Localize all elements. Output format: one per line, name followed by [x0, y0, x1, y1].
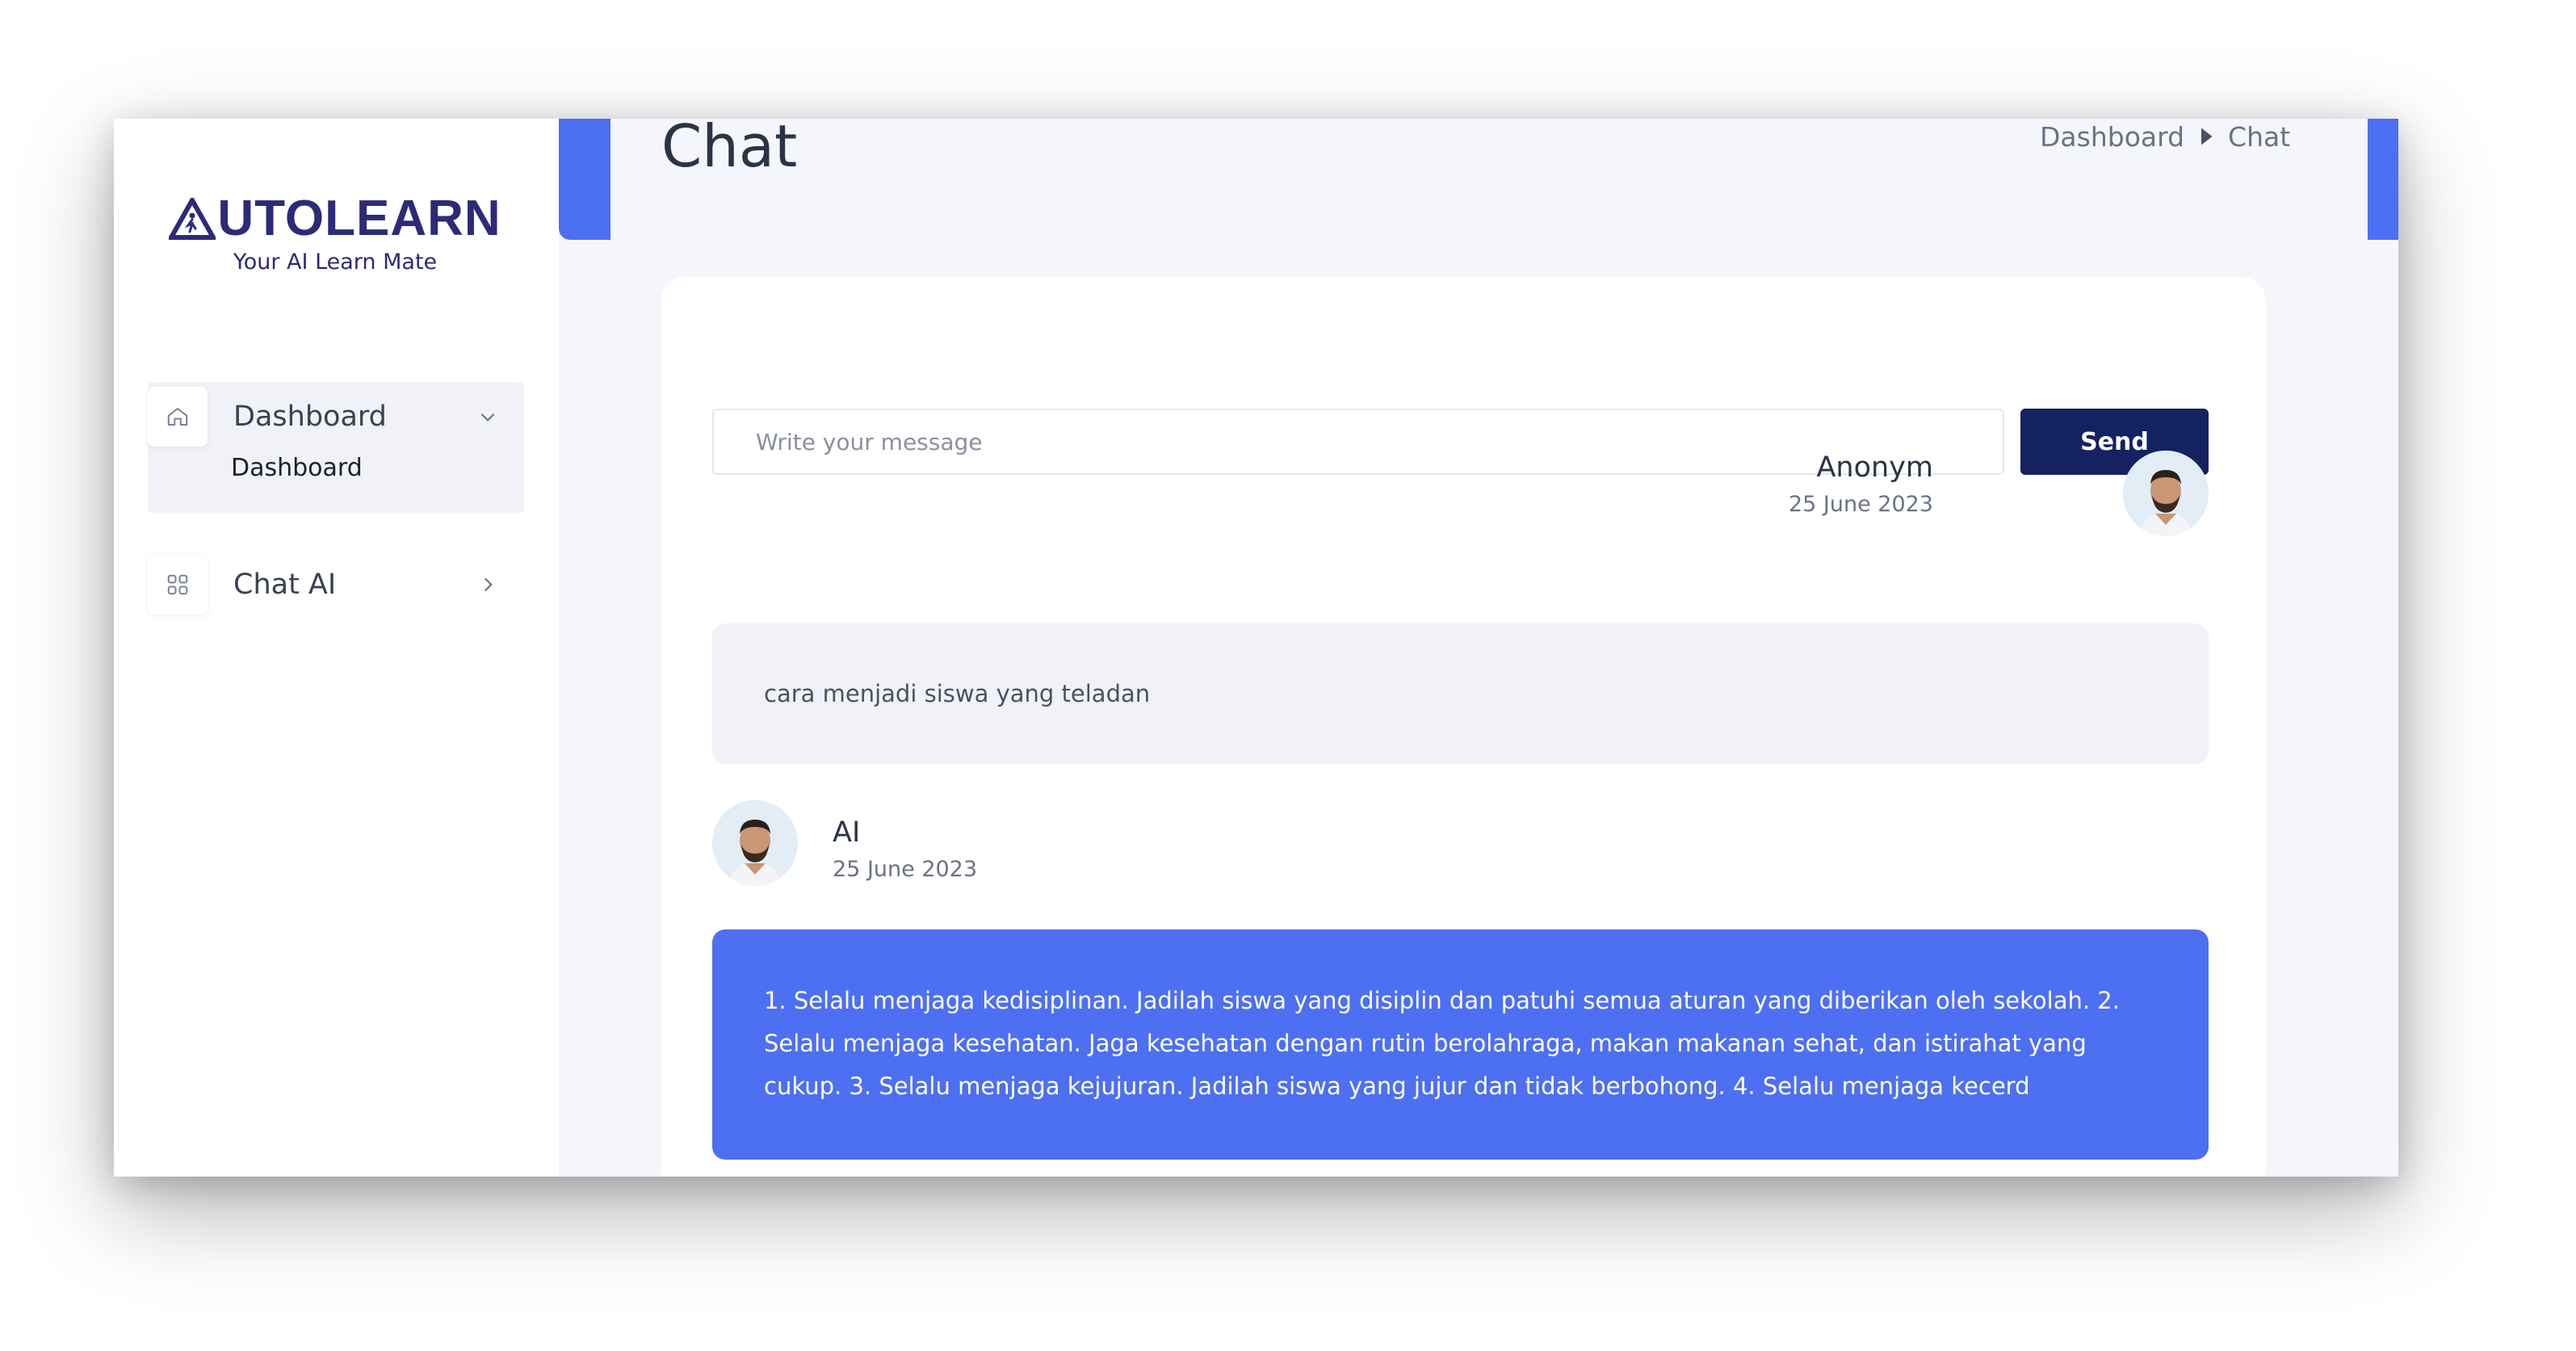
logo-triangle-icon: [169, 198, 216, 240]
home-icon: [148, 387, 208, 447]
avatar: [2123, 451, 2209, 536]
message-sender: Anonym: [1816, 451, 1933, 484]
chevron-down-icon: [480, 413, 495, 422]
breadcrumb: Dashboard Chat: [2040, 119, 2290, 154]
user-message-bubble: cara menjadi siswa yang teladan: [712, 623, 2209, 764]
logo-text: UTOLEARN: [217, 191, 501, 246]
avatar: [712, 800, 798, 886]
message-date: 25 June 2023: [833, 857, 978, 882]
brand-logo[interactable]: UTOLEARN Your AI Learn Mate: [166, 193, 505, 275]
message-date: 25 June 2023: [1788, 492, 1933, 517]
message-sender: AI: [833, 816, 861, 849]
header-accent-right: [2368, 119, 2398, 240]
caret-right-icon: [2201, 128, 2213, 145]
logo-wordmark: UTOLEARN: [169, 193, 501, 245]
app-window: UTOLEARN Your AI Learn Mate Dashboard Da…: [114, 119, 2398, 1177]
header-accent-left: [559, 119, 610, 240]
ai-message-bubble: 1. Selalu menjaga kedisiplinan. Jadilah …: [712, 929, 2209, 1160]
sidebar-item-label: Dashboard: [233, 401, 387, 433]
breadcrumb-dashboard[interactable]: Dashboard: [2040, 121, 2184, 153]
sidebar-item-dashboard[interactable]: Dashboard: [148, 384, 524, 449]
sidebar-item-label: Chat AI: [233, 569, 337, 601]
sidebar-subitem-dashboard[interactable]: Dashboard: [231, 454, 363, 482]
user-avatar-icon: [2123, 451, 2209, 536]
grid-icon: [148, 555, 208, 615]
sidebar: UTOLEARN Your AI Learn Mate Dashboard Da…: [114, 119, 559, 1177]
breadcrumb-chat: Chat: [2228, 120, 2291, 153]
sidebar-item-chat-ai[interactable]: Chat AI: [148, 552, 524, 617]
page-title: Chat: [661, 119, 798, 180]
ai-avatar-icon: [712, 800, 798, 886]
chevron-right-icon: [484, 577, 493, 592]
logo-tagline: Your AI Learn Mate: [233, 250, 438, 275]
